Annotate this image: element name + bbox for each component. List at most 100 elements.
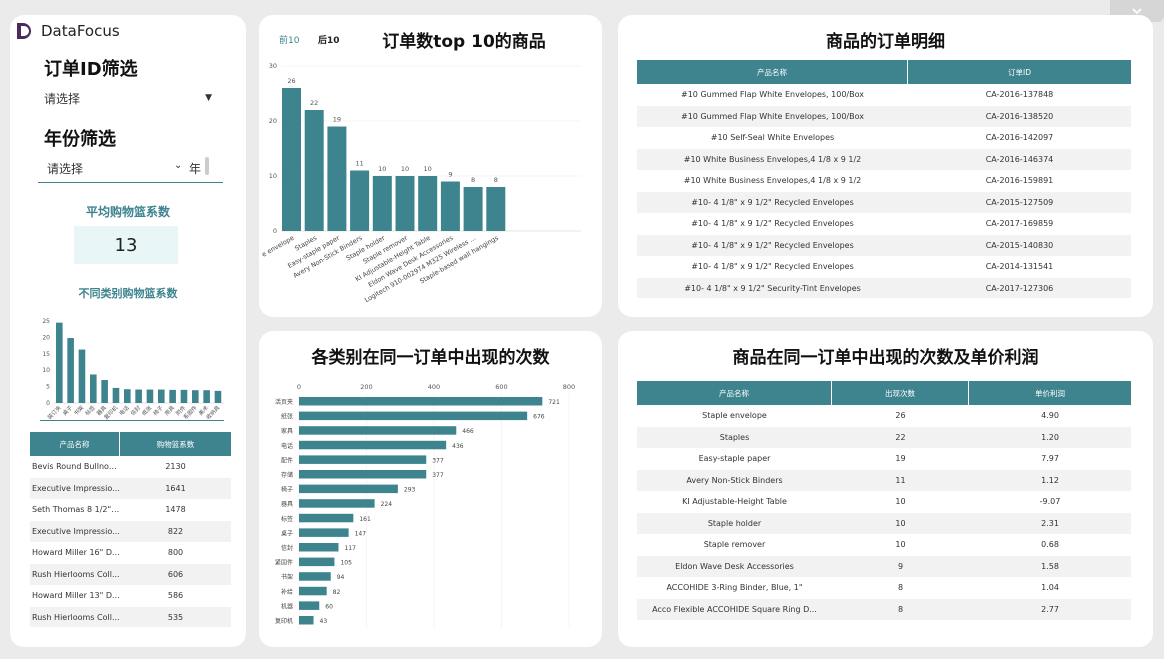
table-row[interactable]: #10 Gummed Flap White Envelopes, 100/Box…	[637, 105, 1131, 127]
table-row[interactable]: #10 Gummed Flap White Envelopes, 100/Box…	[637, 84, 1131, 106]
bar[interactable]	[418, 176, 438, 231]
x-tick-label: 600	[495, 383, 507, 391]
order-id-select-value: 请选择	[44, 91, 81, 106]
bar[interactable]	[299, 557, 335, 567]
table-row[interactable]: #10 Self-Seal White Envelopes CA-2016-142…	[637, 127, 1131, 149]
bar[interactable]	[299, 586, 327, 596]
table-cell: CA-2016-159891	[985, 176, 1054, 186]
bar[interactable]	[101, 380, 108, 403]
year-scroll-handle[interactable]	[205, 157, 209, 175]
table-cell: #10 Gummed Flap White Envelopes, 100/Box	[681, 90, 864, 100]
bar[interactable]	[135, 389, 142, 403]
table-row[interactable]: #10 White Business Envelopes,4 1/8 x 9 1…	[637, 170, 1131, 192]
tab-top10[interactable]: 前10	[279, 33, 299, 46]
data-label: 22	[310, 99, 318, 107]
bar[interactable]	[282, 88, 301, 231]
bar[interactable]	[327, 126, 347, 232]
bar[interactable]	[299, 426, 457, 435]
bar[interactable]	[304, 110, 324, 231]
header-occurrences: 出现次数	[832, 381, 969, 405]
y-tick-label: 紧固件	[275, 559, 293, 567]
bar[interactable]	[112, 387, 120, 403]
table-row[interactable]: Bevis Round Bullnos... 2130	[30, 456, 231, 478]
top10-chart: 010203026e envelope22Staples19Easy-stapl…	[260, 62, 581, 304]
bar[interactable]	[299, 397, 543, 406]
table-row[interactable]: #10- 4 1/8" x 9 1/2" Security-Tint Envel…	[637, 277, 1131, 298]
table-cell: 8	[897, 583, 904, 593]
x-tick-label: 200	[360, 383, 372, 391]
bar[interactable]	[158, 389, 165, 403]
table-row[interactable]: KI Adjustable-Height Table 10 -9.07	[637, 491, 1131, 513]
bar[interactable]	[299, 411, 528, 421]
table-row[interactable]: Avery Non-Stick Binders 11 1.12	[637, 469, 1131, 491]
table-row[interactable]: #10- 4 1/8" x 9 1/2" Recycled Envelopes C…	[637, 256, 1131, 278]
header-unit-profit: 单价利润	[1035, 388, 1065, 398]
table-row[interactable]: Acco Flexible ACCOHIDE Square Ring D... 8…	[637, 598, 1131, 620]
table-row[interactable]: Eldon Wave Desk Accessories 9 1.58	[637, 555, 1131, 577]
data-label: 26	[287, 77, 295, 85]
data-label: 19	[333, 116, 341, 124]
chevron-down-icon	[1132, 8, 1142, 15]
table-row[interactable]: Howard Miller 13" D... 586	[30, 585, 231, 607]
bar[interactable]	[350, 170, 370, 232]
bar[interactable]	[395, 176, 415, 231]
bar[interactable]	[440, 181, 460, 232]
bar[interactable]	[299, 601, 320, 610]
table-row[interactable]: Howard Miller 16" D... 800	[30, 542, 231, 564]
table-row[interactable]: Executive Impressio... 1641	[30, 477, 231, 499]
data-label: 161	[359, 516, 371, 523]
table-row[interactable]: Rush Hierlooms Coll... 606	[30, 563, 231, 585]
bar[interactable]	[372, 176, 392, 231]
category-basket-chart: 0510152025装订夹 桌子 书架 标签 器具复印机 电话 信封 纸张 椅子 用具 附件系固件美…	[42, 318, 224, 421]
table-cell: Executive Impressio...	[32, 526, 120, 536]
order-id-select[interactable]: 请选择 ▼	[44, 89, 212, 107]
bar[interactable]	[299, 470, 427, 479]
top10-panel: 前10 后10 订单数top 10的商品 0 10 20 30 26 e envelope…	[259, 15, 602, 317]
x-tick-label: 书架	[72, 403, 86, 417]
bar[interactable]	[67, 338, 74, 403]
table-cell: Avery Non-Stick Binders	[686, 475, 783, 485]
bar[interactable]	[299, 484, 398, 494]
table-row[interactable]: #10- 4 1/8" x 9 1/2" Recycled Envelopes C…	[637, 234, 1131, 256]
bar[interactable]	[299, 528, 349, 537]
bar[interactable]	[299, 455, 427, 464]
table-cell: 4.90	[1041, 411, 1059, 421]
bar[interactable]	[124, 389, 131, 403]
bar[interactable]	[486, 187, 506, 231]
bar[interactable]	[180, 389, 188, 403]
bar[interactable]	[299, 616, 314, 625]
bar[interactable]	[299, 543, 339, 552]
bar[interactable]	[90, 374, 97, 403]
table-row[interactable]: Staples 22 1.20	[637, 426, 1131, 448]
table-row[interactable]: #10- 4 1/8" x 9 1/2" Recycled Envelopes C…	[637, 213, 1131, 235]
bar[interactable]	[203, 390, 210, 403]
table-row[interactable]: #10 White Business Envelopes,4 1/8 x 9 1…	[637, 148, 1131, 170]
bar[interactable]	[299, 440, 447, 450]
table-row[interactable]: ACCOHIDE 3-Ring Binder, Blue, 1" 8 1.04	[637, 577, 1131, 599]
table-cell: 0.68	[1041, 540, 1059, 550]
bar[interactable]	[56, 322, 63, 403]
year-select[interactable]: 请选择 ⌄ 年	[38, 155, 223, 183]
header-product-name: 产品名称	[637, 381, 832, 405]
table-row[interactable]: Easy-staple paper 19 7.97	[637, 448, 1131, 470]
bar[interactable]	[299, 513, 354, 523]
table-row[interactable]: Rush Hierlooms Coll... 535	[30, 606, 231, 627]
bar[interactable]	[299, 572, 331, 581]
table-cell: #10- 4 1/8" x 9 1/2" Recycled Envelopes	[691, 240, 854, 250]
bar[interactable]	[78, 349, 86, 403]
bar[interactable]	[214, 390, 222, 403]
table-row[interactable]: Seth Thomas 8 1/2" ... 1478	[30, 499, 231, 521]
table-row[interactable]: Executive Impressio... 822	[30, 520, 231, 542]
y-tick-label: 0	[46, 400, 50, 407]
bar[interactable]	[146, 389, 154, 403]
bar[interactable]	[192, 390, 199, 403]
bar[interactable]	[463, 187, 483, 231]
table-row[interactable]: Staple holder 10 2.31	[637, 512, 1131, 534]
bar[interactable]	[169, 389, 176, 403]
tab-bottom10[interactable]: 后10	[318, 33, 340, 46]
bar[interactable]	[299, 499, 375, 508]
table-row[interactable]: Staple envelope 26 4.90	[637, 405, 1131, 427]
table-row[interactable]: #10- 4 1/8" x 9 1/2" Recycled Envelopes C…	[637, 191, 1131, 213]
y-tick-label: 10	[269, 172, 277, 180]
table-row[interactable]: Staple remover 10 0.68	[637, 534, 1131, 556]
